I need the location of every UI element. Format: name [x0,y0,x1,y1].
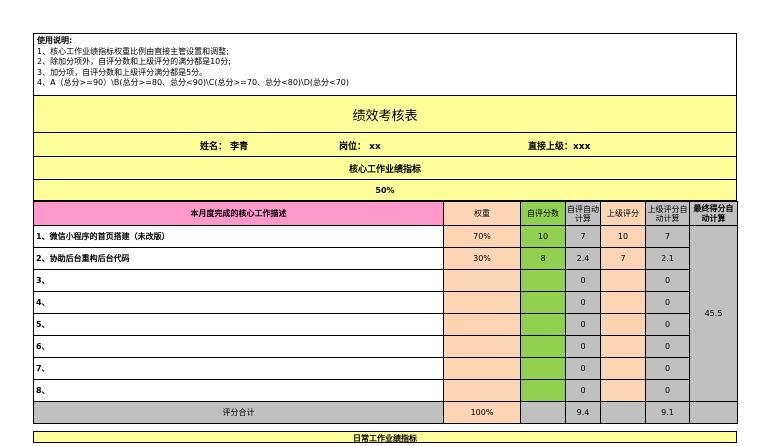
instructions-title: 使用说明: [37,36,73,45]
header-self-auto[interactable]: 自评自动计算 [565,201,601,226]
sup-auto-cell[interactable]: 7 [645,225,690,248]
weight-cell[interactable]: 70% [443,225,521,248]
header-sup-score[interactable]: 上级评分 [600,201,646,226]
table-row: 7、 0 0 [33,357,738,380]
sheet-title-text: 绩效考核表 [352,108,418,124]
sup-auto-cell[interactable]: 0 [645,379,690,402]
table-row: 8、 0 0 [33,379,738,402]
weight-cell[interactable] [443,357,521,380]
self-auto-cell[interactable]: 0 [565,269,601,292]
instruction-line: 2、除加分项外，自评分数和上级评分的满分都是10分; [37,57,231,66]
total-sup-score[interactable] [600,401,646,424]
desc-cell[interactable]: 6、 [33,335,444,358]
direct-supervisor: 直接上级：xxx [528,142,591,152]
table-row: 6、 0 0 [33,335,738,358]
self-auto-cell[interactable]: 0 [565,379,601,402]
self-score-cell[interactable] [520,335,566,358]
desc-cell[interactable]: 2、协助后台重构后台代码 [33,247,444,270]
desc-cell[interactable]: 4、 [33,291,444,314]
table-row: 3、 0 0 [33,269,738,292]
sup-score-cell[interactable] [600,269,646,292]
sup-auto-cell[interactable]: 0 [645,357,690,380]
sup-auto-cell[interactable]: 0 [645,291,690,314]
instructions-box: 使用说明: 1、核心工作业绩指标权重比例由直接主管设置和调整; 2、除加分项外，… [33,33,737,96]
section-percent-text: 50% [375,185,395,195]
weight-cell[interactable] [443,269,521,292]
self-score-cell[interactable] [520,379,566,402]
section-percent[interactable]: 50% [33,180,737,201]
desc-cell[interactable]: 1、微信小程序的首页搭建（未改版） [33,225,444,248]
table-row: 2、协助后台重构后台代码 30% 8 2.4 7 2.1 [33,247,738,270]
sup-score-cell[interactable] [600,313,646,336]
total-row: 评分合计 100% 9.4 9.1 [33,401,738,424]
header-self-score[interactable]: 自评分数 [520,201,566,226]
final-score-cell[interactable]: 45.5 [689,225,738,402]
sup-score-cell[interactable]: 7 [600,247,646,270]
desc-cell[interactable]: 3、 [33,269,444,292]
self-score-cell[interactable]: 8 [520,247,566,270]
self-auto-cell[interactable]: 0 [565,357,601,380]
self-score-cell[interactable] [520,357,566,380]
desc-cell[interactable]: 7、 [33,357,444,380]
total-label[interactable]: 评分合计 [33,401,444,424]
self-auto-cell[interactable]: 0 [565,335,601,358]
table-row: 1、微信小程序的首页搭建（未改版） 70% 10 7 10 7 45.5 [33,225,738,402]
sup-score-cell[interactable]: 10 [600,225,646,248]
sup-score-cell[interactable] [600,335,646,358]
self-auto-cell[interactable]: 0 [565,291,601,314]
instruction-line: 4、A（总分>=90）\B(总分>=80、总分<90)\C(总分>=70、总分<… [37,78,350,87]
employee-name: 姓名： 李青 [200,142,249,152]
total-self-score[interactable] [520,401,566,424]
total-sup-auto[interactable]: 9.1 [645,401,690,424]
header-weight[interactable]: 权重 [443,201,521,226]
daily-kpi-band[interactable]: 日常工作业绩指标 [33,431,737,443]
total-self-auto[interactable]: 9.4 [565,401,601,424]
kpi-table: 本月度完成的核心工作描述 权重 自评分数 自评自动计算 上级评分 上级评分自动计… [33,201,738,424]
table-row: 5、 0 0 [33,313,738,336]
sup-score-cell[interactable] [600,379,646,402]
self-auto-cell[interactable]: 7 [565,225,601,248]
instruction-line: 1、核心工作业绩指标权重比例由直接主管设置和调整; [37,46,229,56]
weight-cell[interactable]: 30% [443,247,521,270]
sheet-title[interactable]: 绩效考核表 [33,96,737,133]
self-score-cell[interactable] [520,291,566,314]
desc-cell[interactable]: 5、 [33,313,444,336]
sup-score-cell[interactable] [600,357,646,380]
sup-auto-cell[interactable]: 0 [645,269,690,292]
self-auto-cell[interactable]: 0 [565,313,601,336]
sup-auto-cell[interactable]: 0 [645,335,690,358]
self-score-cell[interactable]: 10 [520,225,566,248]
weight-cell[interactable] [443,313,521,336]
desc-cell[interactable]: 8、 [33,379,444,402]
daily-kpi-text: 日常工作业绩指标 [353,434,417,443]
sup-auto-cell[interactable]: 2.1 [645,247,690,270]
sup-score-cell[interactable] [600,291,646,314]
header-final[interactable]: 最终得分自动计算 [689,201,738,226]
total-final[interactable] [689,401,738,424]
self-auto-cell[interactable]: 2.4 [565,247,601,270]
employee-info-row[interactable]: 姓名： 李青 岗位： xx 直接上级：xxx [33,133,737,157]
weight-cell[interactable] [443,291,521,314]
header-sup-auto[interactable]: 上级评分自动计算 [645,201,690,226]
employee-position: 岗位： xx [339,142,381,152]
table-row: 4、 0 0 [33,291,738,314]
weight-cell[interactable] [443,335,521,358]
weight-cell[interactable] [443,379,521,402]
self-score-cell[interactable] [520,269,566,292]
section-title[interactable]: 核心工作业绩指标 [33,157,737,180]
sup-auto-cell[interactable]: 0 [645,313,690,336]
self-score-cell[interactable] [520,313,566,336]
total-weight[interactable]: 100% [443,401,521,424]
instruction-line: 3、加分项，自评分数和上级评分满分都是5分。 [37,67,208,77]
header-desc[interactable]: 本月度完成的核心工作描述 [33,201,444,226]
section-title-text: 核心工作业绩指标 [348,164,421,175]
table-header-row: 本月度完成的核心工作描述 权重 自评分数 自评自动计算 上级评分 上级评分自动计… [33,201,738,226]
